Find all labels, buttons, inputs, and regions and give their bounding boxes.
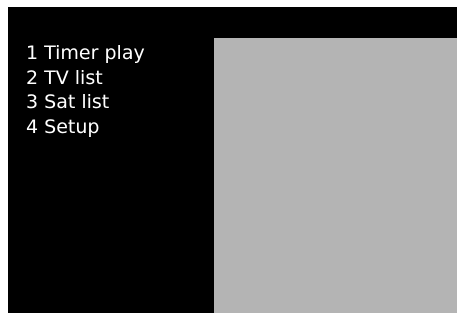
menu-item-sat-list[interactable]: 3 Sat list bbox=[26, 90, 145, 114]
menu-item-timer-play[interactable]: 1 Timer play bbox=[26, 41, 145, 65]
tv-screen: 1 Timer play 2 TV list 3 Sat list 4 Setu… bbox=[8, 7, 457, 313]
main-menu: 1 Timer play 2 TV list 3 Sat list 4 Setu… bbox=[26, 41, 145, 139]
menu-item-setup[interactable]: 4 Setup bbox=[26, 115, 145, 139]
video-preview-window bbox=[214, 38, 457, 313]
menu-item-tv-list[interactable]: 2 TV list bbox=[26, 66, 145, 90]
